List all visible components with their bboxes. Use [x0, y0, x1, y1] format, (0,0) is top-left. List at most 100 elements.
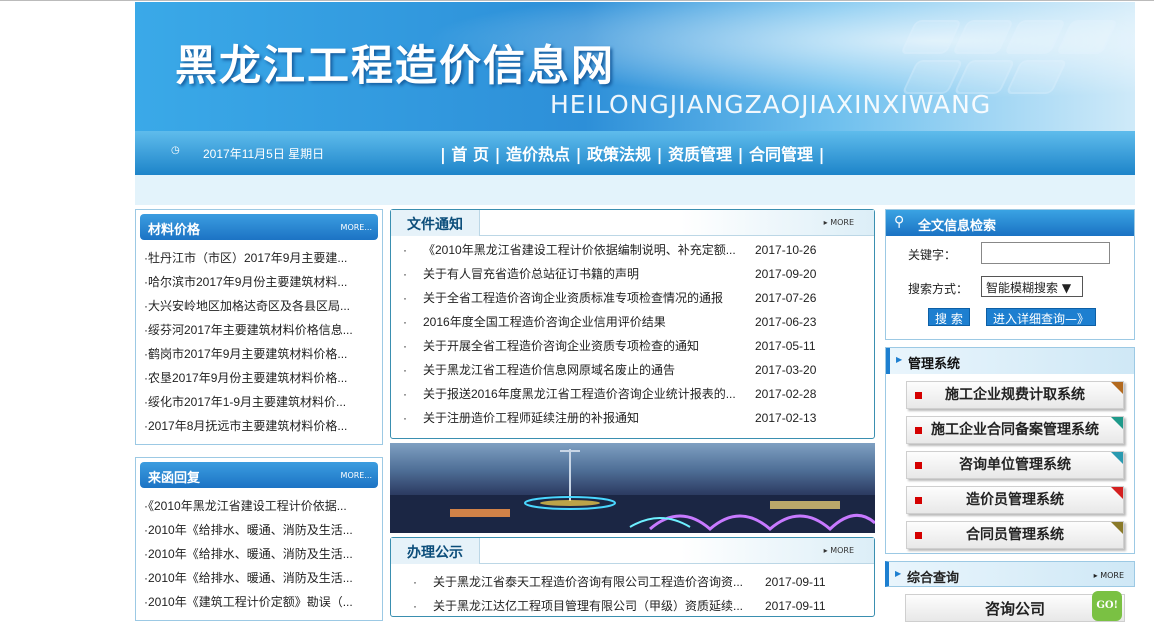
list-item[interactable]: ·大兴安岭地区加格达奇区及各县区局... — [144, 294, 376, 318]
system-button-cost-staff[interactable]: 造价员管理系统 — [906, 486, 1124, 514]
materials-title: 材料价格 — [148, 223, 201, 238]
red-square-icon — [915, 462, 922, 469]
list-item[interactable]: ·2010年《给排水、暖通、消防及生活... — [144, 518, 376, 542]
nav-home[interactable]: 首 页 — [451, 145, 489, 164]
management-header: ▶ 管理系统 — [886, 348, 1134, 374]
nav-contract[interactable]: 合同管理 — [749, 145, 813, 164]
table-row[interactable]: · 关于报送2016年度黑龙江省工程造价咨询企业统计报表的... 2017-02-2… — [391, 382, 874, 406]
public-list: · 关于黑龙江省泰天工程造价咨询有限公司工程造价咨询资... 2017-09-11 … — [391, 564, 874, 618]
clock-icon: ◷ — [171, 145, 180, 156]
table-row[interactable]: · 《2010年黑龙江省建设工程计价依据编制说明、补充定额... 2017-10-2… — [391, 238, 874, 262]
nav-policies[interactable]: 政策法规 — [587, 145, 651, 164]
keyword-row: 关键字： — [886, 236, 1134, 270]
list-item[interactable]: ·2010年《给排水、暖通、消防及生活... — [144, 542, 376, 566]
system-button-consulting-units[interactable]: 咨询单位管理系统 — [906, 451, 1124, 479]
consulting-company-button[interactable]: 咨询公司 GO! — [905, 591, 1125, 622]
list-item[interactable]: ·绥芬河2017年主要建筑材料价格信息... — [144, 318, 376, 342]
system-label: 施工企业规费计取系统 — [945, 387, 1085, 403]
system-button-contract-filing[interactable]: 施工企业合同备案管理系统 — [906, 416, 1124, 444]
row-title[interactable]: 关于全省工程造价咨询企业资质标准专项检查情况的通报 — [423, 286, 743, 310]
row-date: 2017-05-11 — [755, 339, 816, 353]
corner-flag-icon — [1111, 382, 1123, 394]
list-item[interactable]: ·农垦2017年9月份主要建筑材料价格... — [144, 366, 376, 390]
row-title[interactable]: 关于报送2016年度黑龙江省工程造价咨询企业统计报表的... — [423, 382, 743, 406]
corner-flag-icon — [1111, 522, 1123, 534]
red-square-icon — [915, 392, 922, 399]
table-row[interactable]: · 关于有人冒充省造价总站征订书籍的声明 2017-09-20 — [391, 262, 874, 286]
nav-cost-hotspots[interactable]: 造价热点 — [506, 145, 570, 164]
corner-flag-icon — [1111, 487, 1123, 499]
list-item[interactable]: ·鹤岗市2017年9月主要建筑材料价格... — [144, 342, 376, 366]
list-item[interactable]: ·2010年《建筑工程计价定额》勘误（... — [144, 590, 376, 614]
list-item[interactable]: ·2010年《给排水、暖通、消防及生活... — [144, 566, 376, 590]
public-more-label: MORE — [830, 546, 854, 555]
management-title: 管理系统 — [908, 357, 961, 372]
nav-qualification[interactable]: 资质管理 — [668, 145, 732, 164]
night-scene-photo — [390, 443, 875, 533]
photo-graphic — [390, 449, 875, 533]
notices-list: · 《2010年黑龙江省建设工程计价依据编制说明、补充定额... 2017-10-2… — [391, 236, 874, 430]
red-square-icon — [915, 532, 922, 539]
keyword-input[interactable] — [981, 242, 1110, 264]
list-item[interactable]: ·2017年8月抚远市主要建筑材料价格... — [144, 414, 376, 438]
materials-header: 材料价格 MORE... — [140, 214, 378, 240]
replies-more-link[interactable]: MORE... — [341, 471, 372, 480]
consult-title: 综合查询 — [907, 571, 960, 586]
row-title[interactable]: 关于黑龙江省工程造价信息网原域名废止的通告 — [423, 358, 743, 382]
consult-header: ▶ 综合查询 ▸ MORE — [885, 561, 1135, 587]
consult-more-link[interactable]: ▸ MORE — [1094, 571, 1124, 580]
arrow-icon: ▶ — [896, 355, 903, 364]
list-item[interactable]: ·绥化市2017年1-9月主要建筑材料价... — [144, 390, 376, 414]
materials-list: ·牡丹江市（市区）2017年9月主要建... ·哈尔滨市2017年9月份主要建筑… — [136, 244, 382, 444]
sub-bar — [135, 175, 1135, 205]
notices-header: 文件通知 ▸ MORE — [391, 210, 874, 236]
right-column: ⚲ 全文信息检索 关键字： 搜索方式： 智能模糊搜索 ▼ 搜 索 进入详细查询—… — [885, 209, 1135, 622]
notices-title: 文件通知 — [391, 210, 480, 236]
row-title[interactable]: 关于有人冒充省造价总站征订书籍的声明 — [423, 262, 743, 286]
red-square-icon — [915, 427, 922, 434]
advanced-search-button[interactable]: 进入详细查询—》 — [986, 308, 1097, 326]
table-row[interactable]: · 关于开展全省工程造价咨询企业资质专项检查的通知 2017-05-11 — [391, 334, 874, 358]
keyword-label: 关键字： — [908, 248, 957, 262]
corner-flag-icon — [1111, 452, 1123, 464]
table-row[interactable]: · 关于注册造价工程师延续注册的补报通知 2017-02-13 — [391, 406, 874, 430]
management-panel: ▶ 管理系统 施工企业规费计取系统 施工企业合同备案管理系统 咨询单位管理系统 … — [885, 347, 1135, 554]
list-item[interactable]: ·牡丹江市（市区）2017年9月主要建... — [144, 246, 376, 270]
table-row[interactable]: · 关于黑龙江省工程造价信息网原域名废止的通告 2017-03-20 — [391, 358, 874, 382]
corner-flag-icon — [1111, 417, 1123, 429]
system-button-fee[interactable]: 施工企业规费计取系统 — [906, 381, 1124, 409]
search-mode-select[interactable]: 智能模糊搜索 ▼ — [981, 276, 1083, 297]
row-title[interactable]: 《2010年黑龙江省建设工程计价依据编制说明、补充定额... — [423, 238, 743, 262]
public-header: 办理公示 ▸ MORE — [391, 538, 874, 564]
left-column: 材料价格 MORE... ·牡丹江市（市区）2017年9月主要建... ·哈尔滨… — [135, 209, 383, 633]
notices-more-link[interactable]: ▸ MORE — [824, 218, 854, 227]
search-panel: ⚲ 全文信息检索 关键字： 搜索方式： 智能模糊搜索 ▼ 搜 索 进入详细查询—… — [885, 209, 1135, 340]
public-title: 办理公示 — [391, 538, 480, 564]
system-button-contract-staff[interactable]: 合同员管理系统 — [906, 521, 1124, 549]
row-title[interactable]: 2016年度全国工程造价咨询企业信用评价结果 — [423, 310, 743, 334]
system-label: 施工企业合同备案管理系统 — [931, 422, 1099, 438]
table-row[interactable]: · 2016年度全国工程造价咨询企业信用评价结果 2017-06-23 — [391, 310, 874, 334]
row-title[interactable]: 关于注册造价工程师延续注册的补报通知 — [423, 406, 743, 430]
consult-more-label: MORE — [1100, 571, 1124, 580]
row-date: 2017-10-26 — [755, 243, 817, 257]
header-banner: 黑龙江工程造价信息网 HEILONGJIANGZAOJIAXINXIWANG — [135, 2, 1135, 131]
search-header: ⚲ 全文信息检索 — [886, 210, 1134, 236]
nav-bar: ◷ 2017年11月5日 星期日 | 首 页 | 造价热点 | 政策法规 | 资… — [135, 131, 1135, 175]
arrow-icon: ▶ — [895, 569, 902, 578]
table-row[interactable]: · 关于黑龙江省泰天工程造价咨询有限公司工程造价咨询资... 2017-09-11 — [391, 570, 874, 594]
list-item[interactable]: ·《2010年黑龙江省建设工程计价依据... — [144, 494, 376, 518]
table-row[interactable]: · 关于黑龙江达亿工程项目管理有限公司（甲级）资质延续... 2017-09-11 — [391, 594, 874, 618]
search-button[interactable]: 搜 索 — [928, 308, 970, 326]
materials-more-link[interactable]: MORE... — [341, 223, 372, 232]
notices-more-label: MORE — [830, 218, 854, 227]
table-row[interactable]: · 关于全省工程造价咨询企业资质标准专项检查情况的通报 2017-07-26 — [391, 286, 874, 310]
row-title[interactable]: 关于开展全省工程造价咨询企业资质专项检查的通知 — [423, 334, 743, 358]
mode-row: 搜索方式： 智能模糊搜索 ▼ — [886, 270, 1134, 304]
row-date: 2017-07-26 — [755, 291, 817, 305]
row-title[interactable]: 关于黑龙江省泰天工程造价咨询有限公司工程造价咨询资... — [433, 570, 753, 594]
row-title[interactable]: 关于黑龙江达亿工程项目管理有限公司（甲级）资质延续... — [433, 594, 753, 618]
public-more-link[interactable]: ▸ MORE — [824, 546, 854, 555]
list-item[interactable]: ·哈尔滨市2017年9月份主要建筑材料... — [144, 270, 376, 294]
page-wrapper: 黑龙江工程造价信息网 HEILONGJIANGZAOJIAXINXIWANG ◷… — [135, 2, 1135, 622]
